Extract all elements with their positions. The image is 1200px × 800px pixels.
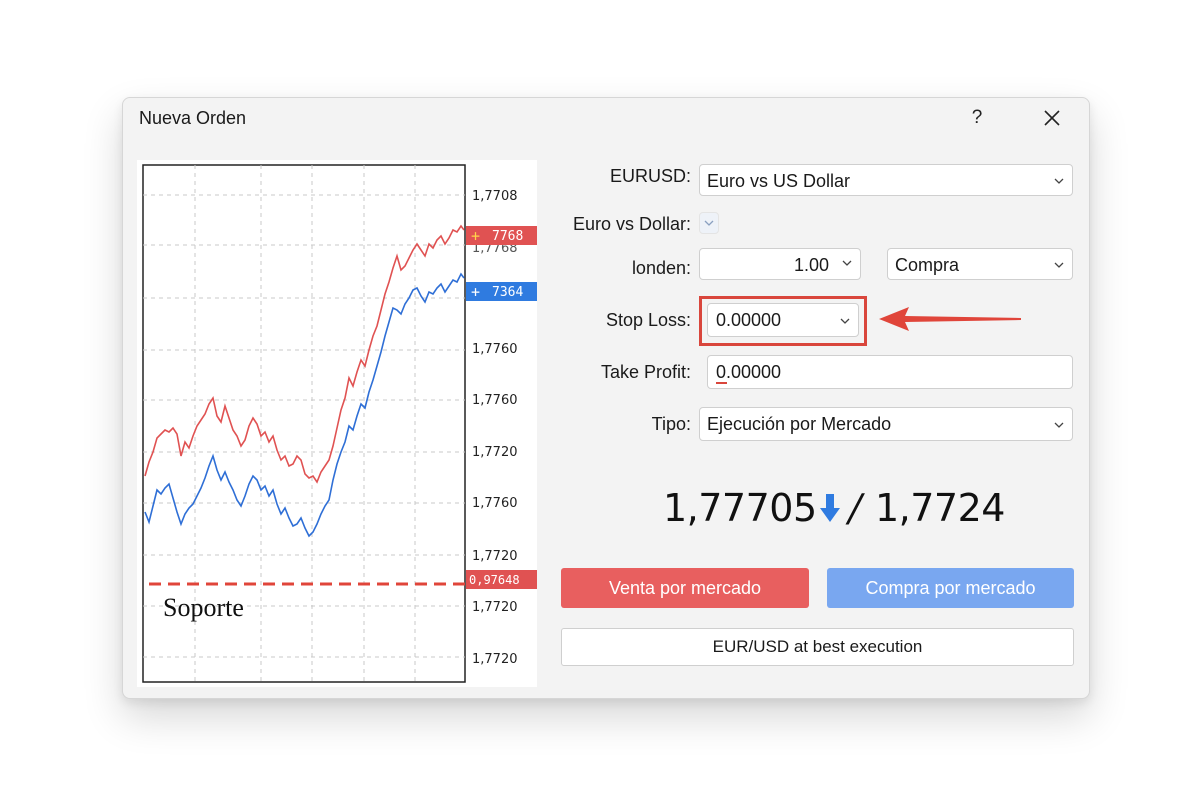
quote-separator: /	[843, 486, 866, 530]
buy-market-button[interactable]: Compra por mercado	[827, 568, 1074, 608]
price-axis-label: 1,7760	[472, 496, 518, 511]
ask-tag-plus-icon: +	[471, 227, 480, 245]
close-icon	[1044, 110, 1060, 126]
bid-price-tag-label: 7364	[492, 285, 523, 300]
best-execution-button[interactable]: EUR/USD at best execution	[561, 628, 1074, 666]
support-price-tag-label: 0,97648	[469, 573, 520, 587]
take-profit-label: Take Profit:	[600, 362, 691, 382]
chart-svg: Soporte 1,7708 1,7768 1,7760 1,7760 1,77…	[142, 164, 537, 683]
chevron-down-icon	[1054, 422, 1064, 428]
title-bar: Nueva Orden ?	[123, 98, 1089, 140]
symbol-label: EURUSD:	[609, 166, 691, 186]
arrow-pointer-icon	[879, 307, 1021, 331]
arrow-down-icon	[819, 494, 840, 522]
pair-dropdown[interactable]	[699, 212, 719, 234]
quote-display: 1,77705 /1,7724	[663, 486, 1005, 530]
chevron-down-icon	[842, 260, 852, 266]
stop-loss-label: Stop Loss:	[605, 310, 691, 330]
stop-loss-input[interactable]: 0.00000	[707, 303, 859, 337]
price-axis-label: 1,7720	[472, 652, 518, 667]
chevron-down-icon	[1054, 262, 1064, 268]
help-button[interactable]: ?	[963, 104, 991, 132]
order-type-select[interactable]: Ejecución por Mercado	[699, 407, 1073, 441]
bid-tag-plus-icon: +	[471, 283, 480, 301]
text-cursor	[716, 382, 727, 384]
ask-price-tag-label: 7768	[492, 229, 523, 244]
pair-label: Euro vs Dollar:	[572, 214, 691, 234]
chevron-down-icon	[704, 220, 714, 226]
symbol-select[interactable]: Euro vs US Dollar	[699, 164, 1073, 196]
order-type-label: Tipo:	[651, 414, 691, 434]
bid-quote: 1,77705	[663, 486, 817, 530]
direction-select[interactable]: Compra	[887, 248, 1073, 280]
chevron-down-icon	[1054, 178, 1064, 184]
price-axis-label: 1,7720	[472, 600, 518, 615]
support-label: Soporte	[163, 593, 244, 622]
volume-input[interactable]: 1.00	[699, 248, 861, 280]
price-axis-label: 1,7760	[472, 393, 518, 408]
close-button[interactable]	[1037, 103, 1067, 133]
sell-market-button[interactable]: Venta por mercado	[561, 568, 809, 608]
dialog-title: Nueva Orden	[139, 108, 247, 128]
chevron-down-icon	[840, 318, 850, 324]
price-axis-label: 1,7708	[472, 189, 518, 204]
price-axis-label: 1,7720	[472, 445, 518, 460]
take-profit-input[interactable]: 0.00000	[707, 355, 1073, 389]
new-order-dialog: Nueva Orden ? Soporte 1,7708 1,7768 1,77…	[122, 97, 1090, 699]
price-chart: Soporte 1,7708 1,7768 1,7760 1,7760 1,77…	[137, 160, 537, 687]
ask-quote: 1,7724	[874, 486, 1005, 530]
price-axis-label: 1,7720	[472, 549, 518, 564]
volume-label: londen:	[631, 258, 691, 278]
price-axis-label: 1,7760	[472, 342, 518, 357]
